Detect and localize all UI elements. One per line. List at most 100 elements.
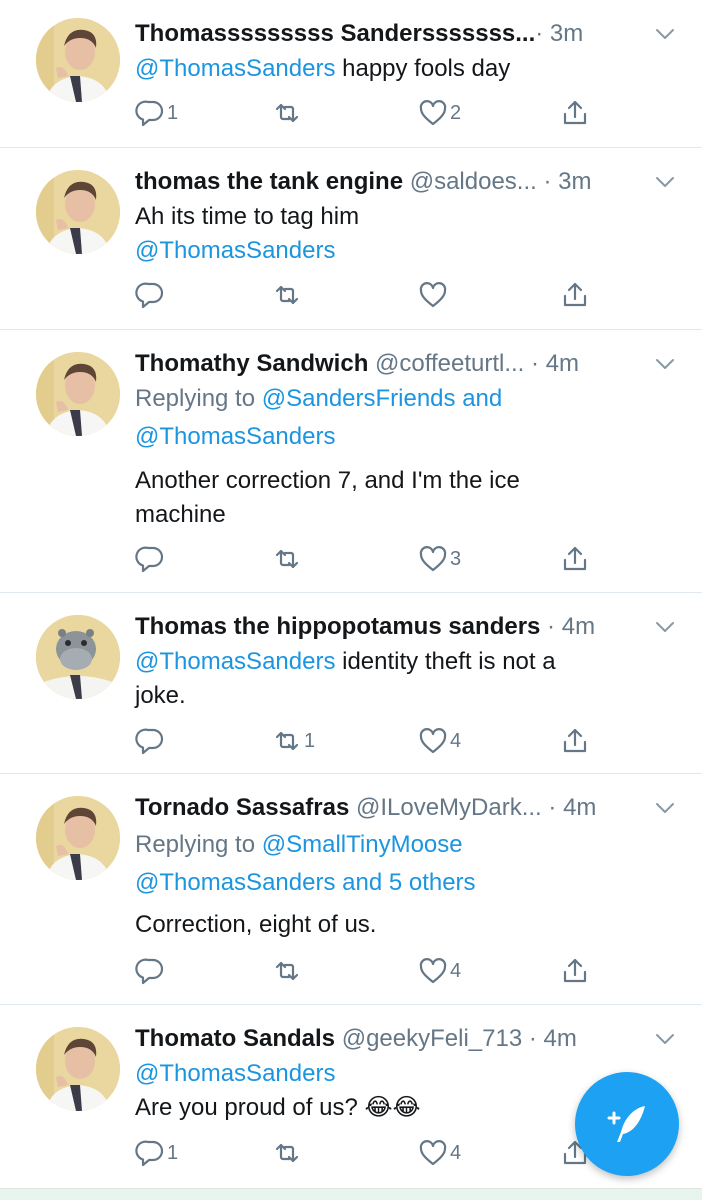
retweet-count: 1 bbox=[304, 730, 316, 752]
share-icon bbox=[563, 546, 587, 571]
user-handle[interactable]: @geekyFeli_713 bbox=[335, 1025, 522, 1052]
tweet-text-line: Ah its time to tag him bbox=[135, 200, 672, 234]
reply-icon bbox=[135, 958, 164, 985]
heart-icon bbox=[419, 728, 447, 754]
tweet-text-line: @ThomasSanders and 5 others bbox=[135, 866, 672, 900]
heart-icon bbox=[419, 282, 447, 308]
chevron-down-icon bbox=[656, 29, 674, 39]
reply-button[interactable]: 1 bbox=[135, 96, 178, 130]
display-name[interactable]: Thomasssssssss Sandersssssss... bbox=[135, 20, 535, 47]
like-button[interactable]: 4 bbox=[418, 954, 461, 988]
display-name[interactable]: Thomato Sandals bbox=[135, 1025, 335, 1052]
avatar[interactable] bbox=[36, 1027, 120, 1111]
share-button[interactable] bbox=[560, 542, 590, 576]
replying-to-label: Replying to bbox=[135, 831, 262, 858]
replying-to-label: Replying to bbox=[135, 385, 262, 412]
display-name[interactable]: Tornado Sassafras bbox=[135, 794, 349, 821]
mention-link[interactable]: @ThomasSanders bbox=[135, 237, 335, 264]
like-button[interactable]: 4 bbox=[418, 1136, 461, 1170]
tweet-menu-button[interactable] bbox=[654, 171, 676, 193]
reply-button[interactable] bbox=[135, 278, 165, 312]
user-handle[interactable]: @saldoes... bbox=[403, 168, 537, 195]
user-handle[interactable]: @ILoveMyDark... bbox=[349, 794, 542, 821]
heart-icon bbox=[419, 1140, 447, 1166]
display-name[interactable]: Thomathy Sandwich bbox=[135, 350, 368, 377]
tweet-text: identity theft is not a bbox=[335, 648, 556, 675]
tweet-menu-button[interactable] bbox=[654, 353, 676, 375]
avatar[interactable] bbox=[36, 796, 120, 880]
display-name[interactable]: Thomas the hippopotamus sanders bbox=[135, 613, 540, 640]
compose-tweet-icon bbox=[607, 1106, 645, 1142]
reply-count: 1 bbox=[167, 102, 179, 124]
like-button[interactable]: 2 bbox=[418, 96, 461, 130]
like-count: 4 bbox=[450, 730, 462, 752]
tweet-text: joke. bbox=[135, 682, 186, 709]
mention-link[interactable]: @ThomasSanders bbox=[135, 648, 335, 675]
share-icon bbox=[563, 100, 587, 125]
like-count: 4 bbox=[450, 1142, 462, 1164]
display-name[interactable]: thomas the tank engine bbox=[135, 168, 403, 195]
reply-button[interactable] bbox=[135, 542, 165, 576]
retweet-icon bbox=[275, 1143, 299, 1163]
tweet-text-line: Replying to @SmallTinyMoose bbox=[135, 828, 672, 862]
reply-button[interactable]: 1 bbox=[135, 1136, 178, 1170]
timestamp: · 4m bbox=[540, 613, 596, 640]
compose-tweet-button[interactable] bbox=[575, 1072, 679, 1176]
tweet-menu-button[interactable] bbox=[654, 23, 676, 45]
share-button[interactable] bbox=[560, 724, 590, 758]
timestamp: · 4m bbox=[522, 1025, 577, 1052]
share-button[interactable] bbox=[560, 278, 590, 312]
avatar[interactable] bbox=[36, 18, 120, 102]
reply-button[interactable] bbox=[135, 954, 165, 988]
share-button[interactable] bbox=[560, 954, 590, 988]
mention-link[interactable]: @ThomasSanders and 5 others bbox=[135, 869, 476, 896]
avatar[interactable] bbox=[36, 615, 120, 699]
bottom-edge bbox=[0, 1188, 702, 1200]
like-count: 2 bbox=[450, 102, 462, 124]
tweet-menu-button[interactable] bbox=[654, 797, 676, 819]
share-icon bbox=[563, 728, 587, 753]
user-handle[interactable]: @coffeeturtl... bbox=[368, 350, 524, 377]
mention-link[interactable]: @ThomasSanders bbox=[135, 55, 335, 82]
retweet-button[interactable] bbox=[272, 96, 302, 130]
reply-button[interactable] bbox=[135, 724, 165, 758]
tweet-text-line: Correction, eight of us. bbox=[135, 908, 672, 942]
retweet-icon bbox=[275, 103, 299, 123]
tweet-menu-button[interactable] bbox=[654, 1028, 676, 1050]
tweet-header: Tornado Sassafras @ILoveMyDark... · 4m bbox=[135, 790, 612, 826]
tweet-text-line: @ThomasSanders happy fools day bbox=[135, 52, 672, 86]
avatar[interactable] bbox=[36, 170, 120, 254]
avatar[interactable] bbox=[36, 352, 120, 436]
tweet-text-line: @ThomasSanders bbox=[135, 420, 672, 454]
retweet-button[interactable] bbox=[272, 542, 302, 576]
share-button[interactable] bbox=[560, 96, 590, 130]
heart-icon bbox=[419, 100, 447, 126]
retweet-button[interactable]: 1 bbox=[272, 724, 315, 758]
mention-link[interactable]: @SmallTinyMoose bbox=[262, 831, 463, 858]
tweet-text-line: joke. bbox=[135, 679, 672, 713]
tweet-header: thomas the tank engine @saldoes... · 3m bbox=[135, 164, 612, 200]
tweet-text: Correction, eight of us. bbox=[135, 911, 377, 938]
tweet-header: Thomato Sandals @geekyFeli_713 · 4m bbox=[135, 1021, 612, 1057]
like-button[interactable] bbox=[418, 278, 448, 312]
mention-link[interactable]: @SandersFriends bbox=[262, 385, 456, 412]
reply-icon bbox=[135, 728, 164, 755]
tweet-text: happy fools day bbox=[335, 55, 511, 82]
tweet-menu-button[interactable] bbox=[654, 616, 676, 638]
timestamp: · 3m bbox=[535, 20, 584, 47]
retweet-button[interactable] bbox=[272, 1136, 302, 1170]
tweet-text: Another correction 7, and I'm the ice bbox=[135, 467, 520, 494]
like-button[interactable]: 4 bbox=[418, 724, 461, 758]
like-button[interactable]: 3 bbox=[418, 542, 461, 576]
retweet-icon bbox=[275, 285, 299, 305]
share-icon bbox=[563, 958, 587, 983]
chevron-down-icon bbox=[656, 622, 674, 632]
tweet-text-line: Replying to @SandersFriends and bbox=[135, 382, 672, 416]
retweet-button[interactable] bbox=[272, 954, 302, 988]
mention-link[interactable]: and bbox=[456, 385, 502, 412]
mention-link[interactable]: @ThomasSanders bbox=[135, 1060, 335, 1087]
mention-link[interactable]: @ThomasSanders bbox=[135, 423, 335, 450]
retweet-button[interactable] bbox=[272, 278, 302, 312]
timestamp: · 3m bbox=[536, 168, 592, 195]
heart-icon bbox=[419, 546, 447, 572]
